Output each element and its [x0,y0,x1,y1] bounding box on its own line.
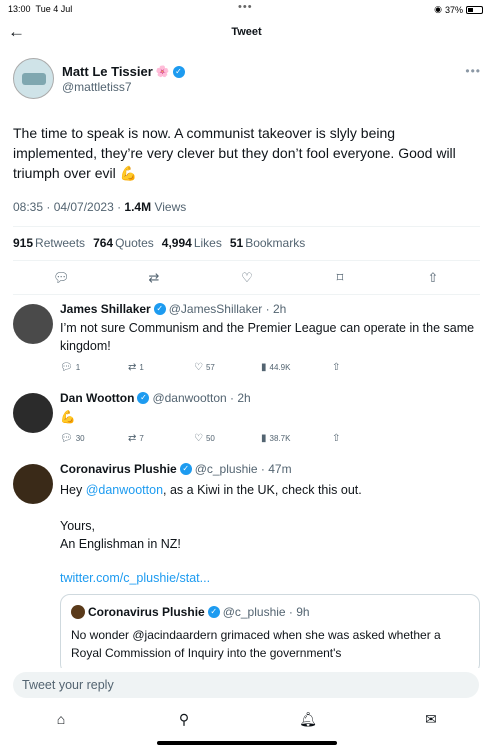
tweet-text: The time to speak is now. A communist ta… [13,125,456,181]
retweets-stat[interactable]: 915 Retweets [13,236,85,250]
battery-percent: 37% [444,4,463,15]
verified-badge-icon: ✓ [179,463,192,475]
tweet-author[interactable]: Matt Le Tissier 🌸 ✓ @mattletiss7 ••• [13,58,483,102]
reply-input[interactable]: Tweet your reply [13,672,479,698]
tweet-link[interactable]: twitter.com/c_plushie/stat... [60,569,480,587]
like-icon: ♡ [194,433,203,444]
verified-badge-icon: ✓ [172,65,185,78]
tab-bar: ⌂ ⚲ 🔔︎ ✉ [0,706,493,736]
share-icon: ⇧ [332,362,341,373]
reply-tweet[interactable]: James Shillaker ✓ @JamesShillaker · 2h I… [0,300,493,382]
reply-text: 💪 [60,410,76,424]
author-handle[interactable]: @mattletiss7 [62,80,132,94]
wifi-icon: ◉ [434,4,442,14]
page-title: Tweet [231,26,262,38]
reply-icon: 💬︎ [60,362,73,373]
views-count: 1.4M [124,200,152,214]
verified-badge-icon: ✓ [137,392,150,404]
signoff-line-1: Yours, [60,519,95,533]
views-action[interactable]: ▮ 38.7K [261,433,290,444]
retweet-icon: ⇄ [128,433,137,444]
avatar[interactable] [13,393,53,433]
reply-icon[interactable]: 💬︎ [53,270,70,286]
like-icon: ♡ [194,362,203,373]
status-time: 13:00 Tue 4 Jul [8,4,73,14]
share-action[interactable]: ⇧ [332,433,340,444]
tweet-meta: 08:35 · 04/07/2023 · 1.4M Views [13,200,186,214]
tweet-timestamp[interactable]: 08:35 · 04/07/2023 · [13,200,124,214]
views-icon: ▮ [261,362,267,373]
multitask-dots[interactable]: ••• [238,1,253,13]
share-action[interactable]: ⇧ [332,362,340,373]
reply-tweet[interactable]: Dan Wootton ✓ @danwootton · 2h 💪 💬︎ 30 ⇄ 7… [0,389,493,451]
retweet-icon[interactable]: ⇄ [146,270,162,286]
retweet-icon: ⇄ [128,362,137,373]
messages-icon[interactable]: ✉ [422,710,440,728]
quote-text: No wonder @jacindaardern grimaced when s… [71,628,441,660]
like-action[interactable]: ♡ 57 [194,362,215,373]
flower-emoji: 🌸 [155,66,170,78]
more-options-icon[interactable]: ••• [465,64,481,78]
avatar[interactable] [13,58,54,99]
reply-handle: @JamesShillaker · 2h [168,302,287,316]
reply-text: Hey @danwootton, as a Kiwi in the UK, ch… [60,483,362,497]
retweet-action[interactable]: ⇄ 7 [128,433,144,444]
author-name-text: Matt Le Tissier [62,64,153,79]
reply-action[interactable]: 💬︎ 1 [60,362,80,373]
avatar[interactable] [13,304,53,344]
quotes-stat[interactable]: 764 Quotes [93,236,154,250]
reply-text: I’m not sure Communism and the Premier L… [60,321,475,353]
bookmarks-stat[interactable]: 51 Bookmarks [230,236,305,250]
quote-handle: @c_plushie · 9h [222,605,310,619]
verified-badge-icon: ✓ [207,606,220,618]
bookmark-icon[interactable]: ⌑ [332,270,348,286]
divider [13,260,480,261]
tweet-stats: 915 Retweets 764 Quotes 4,994 Likes 51 Bookm… [13,236,305,250]
status-bar: 13:00 Tue 4 Jul ••• ◉ 37% [0,0,493,18]
likes-stat[interactable]: 4,994 Likes [162,236,222,250]
reply-icon: 💬︎ [60,433,73,444]
like-icon[interactable]: ♡ [239,270,255,286]
battery-icon [466,5,483,14]
avatar [71,605,85,619]
divider [13,226,480,227]
notifications-icon[interactable]: 🔔︎ [299,710,317,728]
quote-author[interactable]: Coronavirus Plushie ✓ @c_plushie · 9h [71,605,310,619]
home-indicator[interactable] [157,741,337,745]
views-label: Views [154,200,187,214]
mention-link[interactable]: @danwootton [86,483,163,497]
home-icon[interactable]: ⌂ [52,710,70,728]
status-right: ◉ 37% [434,4,483,15]
search-icon[interactable]: ⚲ [175,710,193,728]
reply-author[interactable]: Dan Wootton ✓ @danwootton · 2h [60,391,251,405]
share-icon[interactable]: ⇧ [425,270,441,286]
reply-handle: @danwootton · 2h [152,391,251,405]
views-action[interactable]: ▮ 44.9K [261,362,290,373]
reply-author[interactable]: Coronavirus Plushie ✓ @c_plushie · 47m [60,462,292,476]
reply-handle: @c_plushie · 47m [194,462,292,476]
reply-author[interactable]: James Shillaker ✓ @JamesShillaker · 2h [60,302,286,316]
compose-bar: Tweet your reply [0,668,493,704]
signoff-line-2: An Englishman in NZ! [60,537,181,551]
divider [13,294,480,295]
quoted-tweet[interactable]: Coronavirus Plushie ✓ @c_plushie · 9h No… [60,594,480,674]
avatar[interactable] [13,464,53,504]
reply-action[interactable]: 💬︎ 30 [60,433,85,444]
tweet-actions: 💬︎ ⇄ ♡ ⌑ ⇧ [0,270,493,290]
retweet-action[interactable]: ⇄ 1 [128,362,144,373]
verified-badge-icon: ✓ [153,303,166,315]
like-action[interactable]: ♡ 50 [194,433,215,444]
views-icon: ▮ [261,433,267,444]
author-name[interactable]: Matt Le Tissier 🌸 ✓ [62,64,185,79]
top-nav: ← Tweet [0,20,493,46]
share-icon: ⇧ [332,433,341,444]
